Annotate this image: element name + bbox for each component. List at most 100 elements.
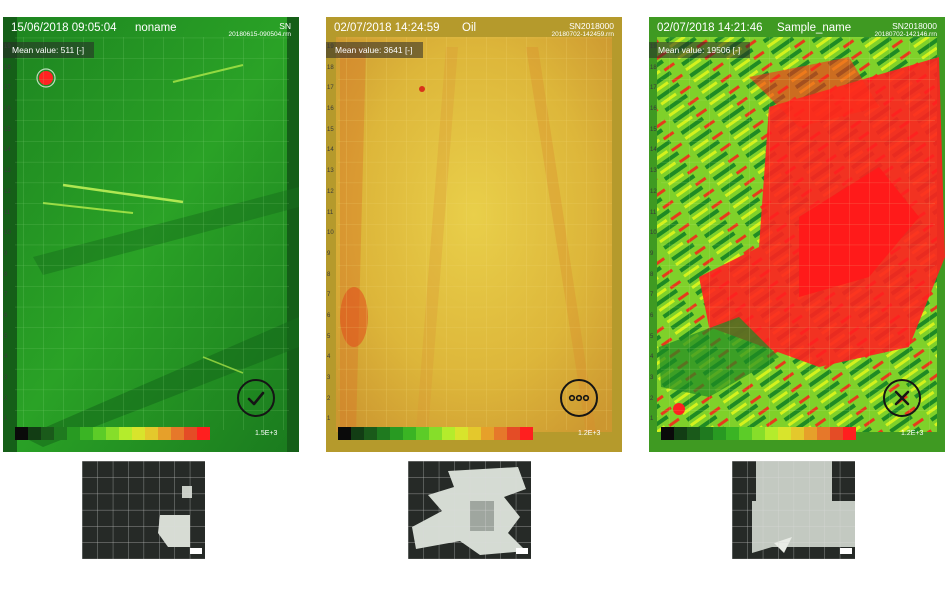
color-scale-swatch	[481, 427, 494, 440]
pending-status-badge[interactable]	[560, 379, 598, 417]
color-scale-swatch	[830, 427, 843, 440]
sample-thumbnail-3[interactable]	[732, 461, 855, 559]
y-tick-label: 3	[4, 375, 8, 381]
color-scale-swatch	[184, 427, 197, 440]
color-scale-swatch	[700, 427, 713, 440]
y-tick-label: 7	[327, 292, 331, 299]
color-scale-swatch	[28, 427, 41, 440]
y-tick-label: 4	[4, 354, 8, 361]
color-scale-max: 1.2E+3	[901, 430, 924, 437]
y-tick-label: 18	[327, 64, 334, 71]
y-tick-label: 11	[327, 209, 334, 216]
y-tick-label: 19	[327, 44, 334, 50]
color-scale-swatch	[54, 427, 67, 440]
mean-value: Mean value: 19506 [-]	[649, 42, 751, 58]
y-tick-label: 16	[4, 106, 11, 113]
sample-thumbnail-2[interactable]	[408, 461, 531, 559]
y-tick-label: 3	[327, 375, 331, 381]
y-tick-label: 5	[4, 333, 8, 340]
y-tick-label: 4	[327, 354, 331, 361]
y-tick-label: 11	[650, 209, 657, 216]
color-scale-swatch	[351, 427, 364, 440]
y-tick-label: 9	[327, 250, 331, 257]
y-tick-label: 1	[650, 416, 654, 423]
y-tick-label: 17	[327, 85, 334, 92]
y-tick-label: 15	[650, 126, 657, 133]
y-tick-label: 5	[327, 333, 331, 340]
thumbnail-image-2	[408, 461, 531, 559]
y-tick-label: 2	[327, 395, 331, 402]
color-scale-swatch	[197, 427, 210, 440]
color-scale-swatch	[687, 427, 700, 440]
y-tick-label: 11	[4, 209, 11, 216]
thumbnail-image-1	[82, 461, 205, 559]
color-scale-swatch	[843, 427, 856, 440]
color-scale	[338, 427, 533, 440]
color-scale-max: 1.2E+3	[578, 430, 601, 437]
color-scale-swatch	[752, 427, 765, 440]
ellipsis-icon	[568, 394, 590, 402]
color-scale-swatch	[132, 427, 145, 440]
color-scale-swatch	[364, 427, 377, 440]
color-scale-swatch	[67, 427, 80, 440]
file-name: 20180702-142146.rrn	[874, 31, 937, 38]
sample-name: Oil	[462, 22, 477, 34]
color-scale-swatch	[455, 427, 468, 440]
y-tick-label: 10	[327, 230, 334, 237]
color-scale-swatch	[15, 427, 28, 440]
y-tick-label: 9	[4, 250, 8, 257]
y-tick-label: 15	[4, 126, 11, 133]
color-scale-swatch	[403, 427, 416, 440]
color-scale-max: 1.5E+3	[255, 430, 278, 437]
color-scale-swatch	[726, 427, 739, 440]
y-tick-label: 14	[650, 147, 657, 154]
y-axis-ticks: 19 18 17 16 15 14 13 12 11 10 9 8 7 6 5 4 3 2 1	[4, 37, 14, 430]
color-scale-swatch	[765, 427, 778, 440]
sample-name: noname	[135, 22, 177, 34]
capture-datetime: 15/06/2018 09:05:04	[11, 22, 117, 34]
sample-thumbnail-1[interactable]	[82, 461, 205, 559]
y-tick-label: 8	[4, 271, 8, 278]
y-tick-label: 13	[4, 168, 11, 175]
y-tick-label: 13	[327, 168, 334, 175]
sample-name: Sample_name	[777, 22, 852, 34]
thumbnail-image-3	[732, 461, 855, 559]
y-axis-ticks: 19 18 17 16 15 14 13 12 11 10 9 8 7 6 5 4 3 2 1	[650, 37, 660, 430]
mean-value: Mean value: 3641 [-]	[326, 42, 423, 58]
color-scale-swatch	[338, 427, 351, 440]
color-scale-swatch	[507, 427, 520, 440]
y-tick-label: 2	[650, 395, 654, 402]
color-scale-swatch	[661, 427, 674, 440]
y-axis-ticks: 19 18 17 16 15 14 13 12 11 10 9 8 7 6 5 4 3 2 1	[327, 37, 337, 430]
y-tick-label: 6	[327, 312, 331, 319]
y-tick-label: 18	[4, 64, 11, 71]
color-scale-swatch	[80, 427, 93, 440]
fail-status-badge[interactable]	[883, 379, 921, 417]
y-tick-label: 1	[4, 416, 8, 423]
thermal-panel-2[interactable]: 02/07/2018 14:24:59 Oil SN2018000 201807…	[326, 17, 622, 452]
y-tick-label: 4	[650, 354, 654, 361]
pass-status-badge[interactable]	[237, 379, 275, 417]
thermal-panel-1[interactable]: 15/06/2018 09:05:04 noname SN 20180615-0…	[3, 17, 299, 452]
y-tick-label: 12	[327, 188, 334, 195]
y-tick-label: 10	[4, 230, 11, 237]
y-tick-label: 1	[327, 416, 331, 423]
y-tick-label: 17	[4, 85, 11, 92]
thermal-panel-3[interactable]: 02/07/2018 14:21:46 Sample_name SN201800…	[649, 17, 945, 452]
panel-header: 15/06/2018 09:05:04 noname SN 20180615-0…	[11, 21, 291, 41]
y-tick-label: 8	[650, 271, 654, 278]
serial-number: SN	[279, 21, 291, 31]
cross-icon	[894, 390, 910, 406]
color-scale-swatch	[468, 427, 481, 440]
color-scale-swatch	[119, 427, 132, 440]
y-tick-label: 5	[650, 333, 654, 340]
y-tick-label: 15	[327, 126, 334, 133]
y-tick-label: 12	[4, 188, 11, 195]
color-scale-swatch	[416, 427, 429, 440]
color-scale-swatch	[145, 427, 158, 440]
color-scale-swatch	[390, 427, 403, 440]
file-name: 20180702-142459.rrn	[551, 31, 614, 38]
color-scale	[15, 427, 210, 440]
color-scale-swatch	[171, 427, 184, 440]
color-scale-swatch	[817, 427, 830, 440]
